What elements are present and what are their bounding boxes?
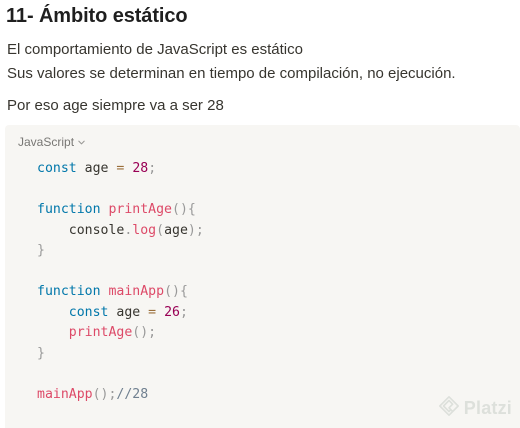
code-line: const age = 28; [37,159,204,180]
code-token: } [37,243,45,258]
code-line: mainApp();//28 [37,385,204,406]
code-token: (); [92,386,117,402]
code-token: console [37,222,125,238]
code-token: } [37,345,45,361]
language-label: JavaScript [18,135,75,149]
code-line: printAge(); [37,323,204,344]
code-token: log [132,222,157,238]
code-token: function [37,202,101,217]
platzi-watermark-text: Platzi [463,398,512,418]
code-token: age [76,161,117,176]
platzi-watermark: Platzi [438,395,512,422]
code-token: ; [179,304,188,320]
code-token: (){ [172,202,196,217]
code-line: } [37,344,204,365]
code-token: printAge [108,202,173,217]
code-token: (); [132,325,157,340]
code-line: } [37,241,204,262]
code-line: function mainApp(){ [37,282,204,303]
code-token: age [108,304,149,320]
code-token: //28 [116,386,149,402]
code-token: 26 [164,304,180,320]
code-token: age [164,222,188,238]
code-line: const age = 26; [37,303,204,324]
code-token: printAge [68,325,133,340]
code-token: 28 [132,161,149,176]
page-heading: 11- Ámbito estático [6,5,188,27]
code-token: = [148,304,157,320]
code-token: const [68,304,109,320]
code-token: ); [187,222,204,238]
code-token: function [37,284,101,299]
code-line: function printAge(){ [37,200,204,221]
language-selector[interactable]: JavaScript [18,135,86,149]
code-block: JavaScript const age = 28; function prin… [5,125,520,428]
paragraph-line-2: Sus valores se determinan en tiempo de c… [7,65,456,82]
code-line: console.log(age); [37,221,204,242]
code-token: ( [156,222,165,238]
code-token: (){ [164,284,188,299]
intro-paragraph: El comportamiento de JavaScript es estát… [7,38,456,86]
paragraph-line-1: El comportamiento de JavaScript es estát… [7,41,303,58]
chevron-down-icon [77,138,86,147]
code-token: mainApp [108,284,165,299]
code-content[interactable]: const age = 28; function printAge(){ con… [37,159,204,405]
platzi-logo-icon [438,395,460,422]
conclusion-paragraph: Por eso age siempre va a ser 28 [7,97,224,114]
code-token: mainApp [37,386,93,402]
code-token: const [37,161,77,176]
code-token: ; [148,161,157,176]
